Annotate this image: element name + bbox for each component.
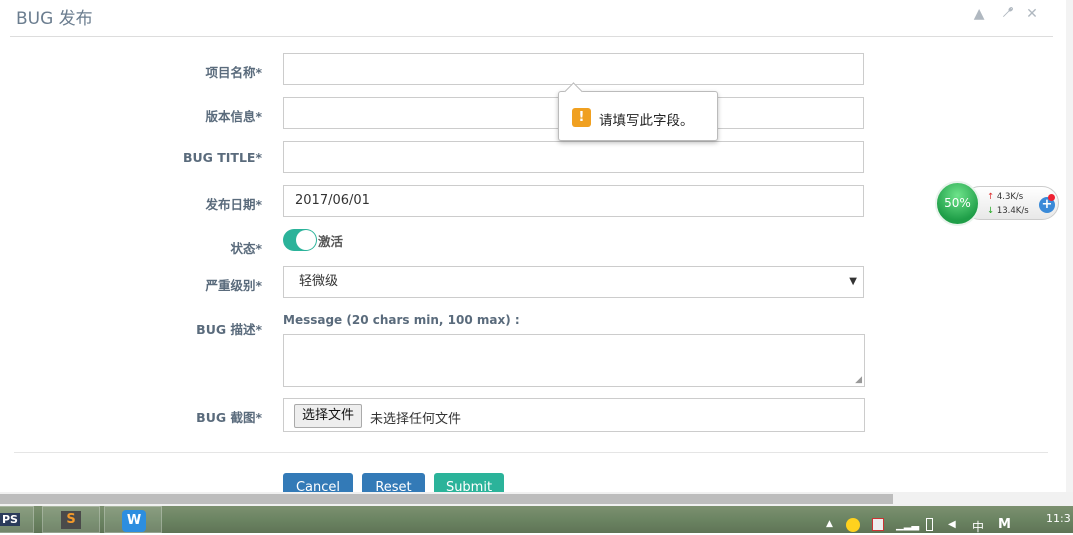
ime-mode-indicator[interactable]: M (998, 517, 1011, 532)
severity-selected-value: 轻微级 (299, 274, 339, 289)
project-name-label: 项目名称* (205, 65, 262, 80)
up-arrow-icon: ↑ (987, 192, 995, 202)
download-speed: ↓ 13.4K/s (987, 206, 1029, 216)
version-label: 版本信息* (205, 109, 262, 124)
close-icon[interactable]: ✕ (1025, 6, 1043, 22)
sublime-icon: S (61, 511, 81, 529)
description-label: BUG 描述* (196, 322, 262, 337)
tooltip-text: 请填写此字段。 (599, 113, 694, 129)
bug-title-label: BUG TITLE* (182, 150, 262, 165)
description-textarea[interactable]: ◢ (283, 334, 865, 387)
upload-speed: ↑ 4.3K/s (987, 192, 1024, 202)
screenshot-label: BUG 截图* (196, 410, 262, 425)
status-label: 状态* (230, 241, 262, 256)
dropdown-arrow-icon: ▼ (849, 276, 857, 287)
resize-handle-icon[interactable]: ◢ (855, 375, 862, 385)
description-hint: Message (20 chars min, 100 max) : (283, 313, 520, 327)
bug-title-input[interactable] (283, 141, 864, 173)
divider (14, 452, 1048, 453)
choose-file-button[interactable]: 选择文件 (294, 404, 363, 428)
tray-app-icon[interactable] (846, 518, 860, 532)
collapse-icon[interactable]: ▲ (972, 6, 990, 22)
signal-icon[interactable]: ▁▂▃ (896, 520, 919, 531)
status-toggle-label: 激活 (318, 234, 344, 249)
severity-label: 严重级别* (205, 278, 262, 293)
volume-icon[interactable]: ◀ (948, 519, 956, 530)
ime-indicator[interactable]: 中 (972, 518, 984, 535)
status-toggle[interactable] (283, 229, 317, 251)
screenshot-file-input[interactable]: 选择文件 未选择任何文件 (283, 398, 865, 432)
severity-select[interactable]: 轻微级 ▼ (283, 266, 864, 298)
page-title: BUG 发布 (16, 9, 93, 29)
release-date-label: 发布日期* (205, 197, 262, 212)
project-name-input[interactable] (283, 53, 864, 85)
taskbar: PS S W ▲ ▁▂▃ ◀ 中 M 11:3 (0, 506, 1073, 535)
tray-expand-icon[interactable]: ▲ (826, 519, 833, 529)
taskbar-app-sublime[interactable]: S (42, 506, 100, 533)
notification-dot (1048, 194, 1055, 201)
network-speed-widget[interactable]: 50% ↑ 4.3K/s ↓ 13.4K/s + (935, 181, 1061, 226)
tray-flag-icon[interactable] (872, 518, 884, 531)
wrench-icon[interactable] (999, 6, 1017, 22)
scrollbar-thumb[interactable] (0, 494, 893, 504)
panel-toolbar: ▲ ✕ (972, 6, 1043, 22)
ps-icon: PS (0, 513, 20, 526)
taskbar-app-w[interactable]: W (104, 506, 162, 533)
taskbar-app-ps[interactable]: PS (0, 506, 34, 533)
no-file-text: 未选择任何文件 (370, 412, 462, 427)
toggle-knob (296, 230, 316, 250)
vertical-scrollbar[interactable] (1066, 0, 1073, 492)
panel-header: BUG 发布 ▲ ✕ (10, 0, 1053, 37)
down-arrow-icon: ↓ (987, 206, 995, 216)
validation-tooltip: ! 请填写此字段。 (558, 91, 718, 141)
w-icon: W (122, 510, 146, 532)
memory-ball[interactable]: 50% (935, 181, 980, 226)
horizontal-scrollbar[interactable] (0, 492, 1073, 506)
battery-icon[interactable] (926, 518, 933, 531)
warning-icon: ! (572, 108, 591, 127)
release-date-input[interactable]: 2017/06/01 (283, 185, 864, 217)
clock[interactable]: 11:3 (1046, 512, 1071, 525)
